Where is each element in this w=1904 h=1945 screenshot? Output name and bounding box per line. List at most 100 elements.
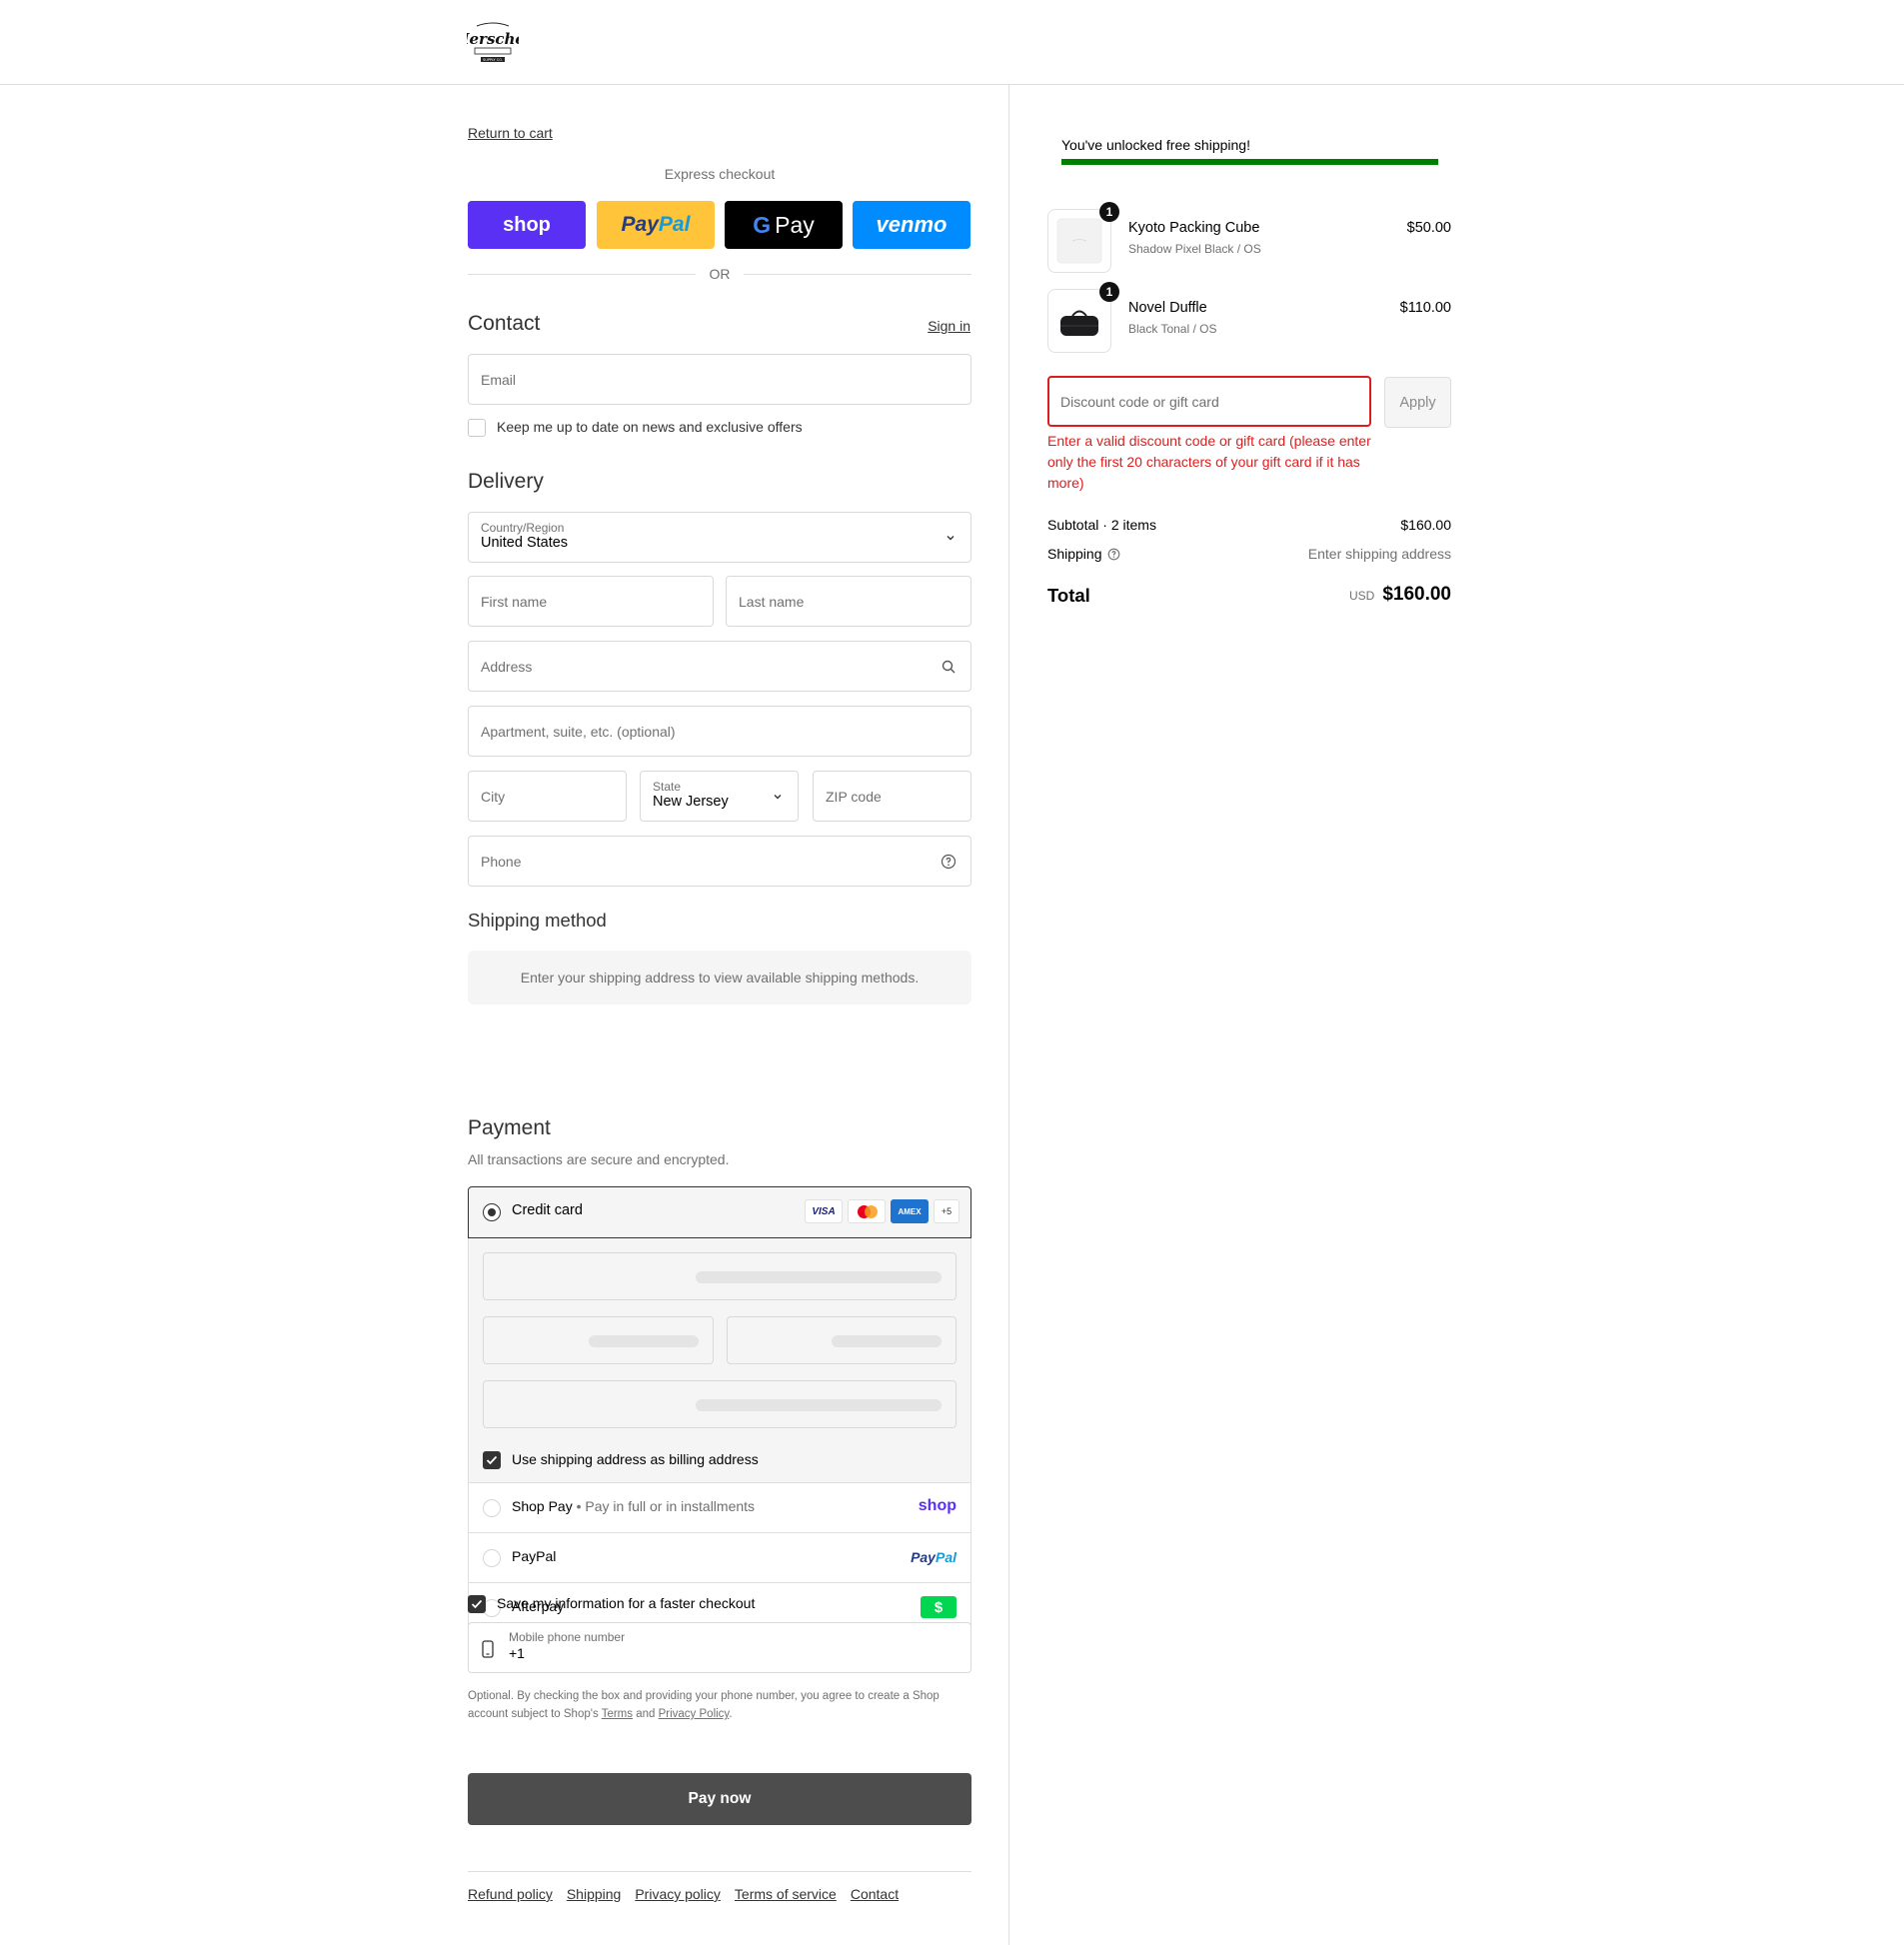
zip-field[interactable]: ZIP code [813, 771, 971, 822]
terms-link[interactable]: Terms [602, 1708, 633, 1720]
phone-field[interactable]: Phone [468, 836, 971, 887]
item-price: $50.00 [1406, 220, 1451, 236]
phone-placeholder: Phone [481, 853, 522, 870]
mobile-phone-label: Mobile phone number [509, 1630, 626, 1644]
newsletter-checkbox[interactable] [468, 419, 486, 437]
help-circle-icon[interactable] [941, 854, 956, 870]
credit-card-label: Credit card [512, 1202, 583, 1218]
apartment-placeholder: Apartment, suite, etc. (optional) [481, 723, 676, 740]
svg-text:Herschel: Herschel [467, 30, 519, 48]
privacy-link[interactable]: Privacy Policy [659, 1708, 730, 1720]
address-field[interactable]: Address [468, 641, 971, 692]
shop-logo: shop [503, 213, 551, 236]
mobile-phone-value: +1 [509, 1645, 525, 1661]
pay-now-button[interactable]: Pay now [468, 1773, 971, 1825]
cash-app-icon: $ [921, 1596, 956, 1618]
chevron-down-icon [947, 535, 954, 540]
contact-link[interactable]: Contact [851, 1886, 899, 1902]
shop-pay-express-button[interactable]: shop [468, 201, 586, 249]
shop-pay-option[interactable]: Shop Pay • Pay in full or in installment… [469, 1482, 970, 1532]
amex-icon: AMEX [891, 1199, 929, 1223]
country-value: United States [481, 535, 569, 551]
paypal-small-logo: PayPal [911, 1549, 956, 1565]
state-value: New Jersey [653, 794, 729, 810]
svg-text:SUPPLY CO.: SUPPLY CO. [483, 58, 503, 62]
search-icon [942, 660, 955, 673]
return-to-cart-link[interactable]: Return to cart [468, 125, 553, 141]
google-pay-logo: G Pay [753, 211, 815, 238]
city-placeholder: City [481, 788, 506, 805]
or-divider-left [468, 274, 696, 275]
payment-heading: Payment [468, 1116, 551, 1139]
subtotal-label: Subtotal · 2 items [1047, 517, 1156, 533]
city-field[interactable]: City [468, 771, 627, 822]
item-variant: Black Tonal / OS [1128, 322, 1217, 336]
name-on-card-field[interactable] [483, 1380, 956, 1428]
email-field[interactable]: Email [468, 354, 971, 405]
help-circle-icon[interactable] [1107, 548, 1120, 561]
google-pay-express-button[interactable]: G Pay [725, 201, 843, 249]
last-name-field[interactable]: Last name [726, 576, 971, 627]
shipping-label: Shipping [1047, 546, 1102, 562]
apartment-field[interactable]: Apartment, suite, etc. (optional) [468, 706, 971, 757]
paypal-option[interactable]: PayPal PayPal [469, 1532, 970, 1582]
shipping-policy-link[interactable]: Shipping [567, 1886, 622, 1902]
duffle-bag-image [1060, 310, 1098, 336]
save-info-label: Save my information for a faster checkou… [497, 1595, 756, 1611]
paypal-logo: PayPal [621, 213, 691, 236]
terms-of-service-link[interactable]: Terms of service [735, 1886, 837, 1902]
privacy-policy-link[interactable]: Privacy policy [635, 1886, 721, 1902]
venmo-express-button[interactable]: venmo [853, 201, 970, 249]
shipping-row-label: Shipping [1047, 546, 1120, 562]
discount-error: Enter a valid discount code or gift card… [1047, 433, 1371, 491]
shop-legal-text: Optional. By checking the box and provid… [468, 1690, 940, 1720]
shop-pay-logo: shop [918, 1497, 956, 1514]
contact-heading: Contact [468, 312, 541, 335]
credit-card-radio[interactable] [483, 1203, 501, 1221]
column-divider [1008, 85, 1009, 1945]
item-name: Kyoto Packing Cube [1128, 220, 1260, 236]
paypal-label: PayPal [512, 1548, 557, 1564]
card-fields-area: Use shipping address as billing address [469, 1238, 970, 1482]
shipping-method-heading: Shipping method [468, 910, 607, 931]
refund-policy-link[interactable]: Refund policy [468, 1886, 553, 1902]
country-label: Country/Region [481, 521, 565, 535]
chevron-down-icon [774, 794, 782, 799]
shop-pay-radio[interactable] [483, 1499, 501, 1517]
first-name-field[interactable]: First name [468, 576, 714, 627]
item-variant: Shadow Pixel Black / OS [1128, 242, 1261, 256]
shipping-value: Enter shipping address [1307, 546, 1451, 562]
billing-same-checkbox[interactable] [483, 1451, 501, 1469]
save-info-checkbox[interactable] [468, 1595, 486, 1613]
paypal-express-button[interactable]: PayPal [597, 201, 715, 249]
subtotal-value: $160.00 [1400, 517, 1451, 533]
expiry-field[interactable] [483, 1316, 714, 1364]
packing-cube-image [1056, 218, 1102, 264]
free-shipping-progress-fill [1061, 159, 1438, 165]
mobile-phone-field[interactable]: Mobile phone number +1 [468, 1622, 971, 1673]
checkmark-icon [486, 1455, 498, 1465]
first-name-placeholder: First name [481, 593, 548, 610]
header: Herschel SUPPLY CO. [0, 0, 1904, 85]
discount-code-field[interactable]: Discount code or gift card [1047, 376, 1371, 427]
paypal-radio[interactable] [483, 1549, 501, 1567]
zip-placeholder: ZIP code [826, 788, 882, 805]
quantity-badge: 1 [1099, 282, 1119, 302]
currency-code: USD [1348, 589, 1375, 603]
country-select[interactable]: Country/Region United States [468, 512, 971, 563]
email-placeholder: Email [481, 371, 517, 388]
more-cards-badge: +5 [934, 1199, 959, 1223]
sign-in-link[interactable]: Sign in [928, 318, 970, 334]
security-code-field[interactable] [727, 1316, 956, 1364]
billing-same-label: Use shipping address as billing address [512, 1451, 759, 1467]
mastercard-icon [848, 1199, 886, 1223]
state-select[interactable]: State New Jersey [640, 771, 799, 822]
shop-pay-label: Shop Pay • Pay in full or in installment… [512, 1498, 756, 1514]
express-checkout-title: Express checkout [664, 166, 776, 182]
total-label: Total [1047, 585, 1090, 606]
herschel-logo[interactable]: Herschel SUPPLY CO. [467, 20, 519, 66]
card-number-field[interactable] [483, 1252, 956, 1300]
credit-card-option[interactable]: Credit card VISA AMEX +5 [468, 1186, 971, 1238]
apply-discount-button[interactable]: Apply [1384, 377, 1451, 428]
venmo-logo: venmo [876, 212, 948, 237]
